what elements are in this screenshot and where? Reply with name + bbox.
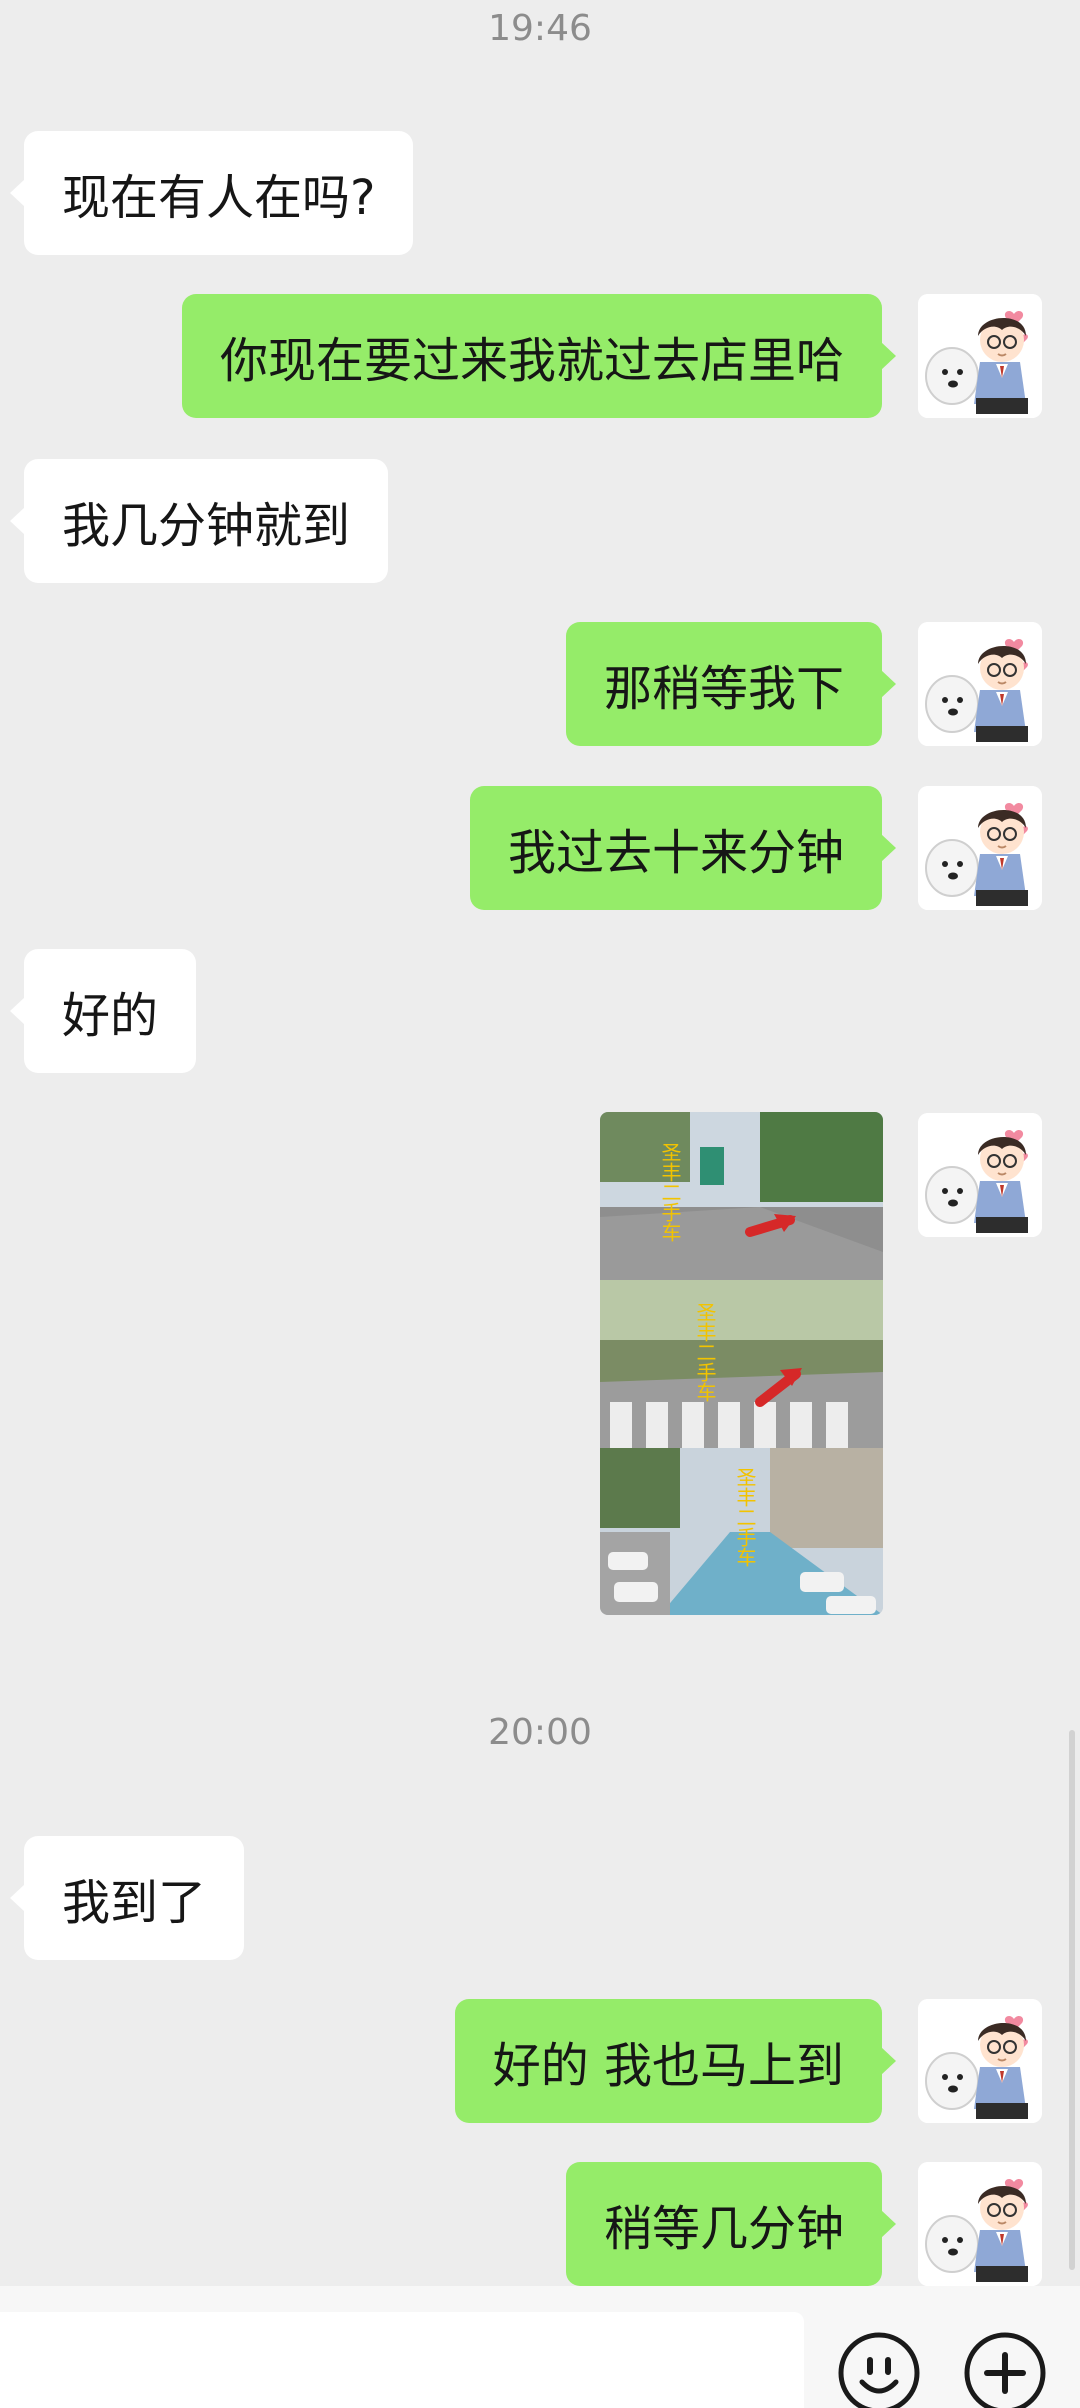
timestamp: 20:00 xyxy=(488,1712,592,1753)
svg-text:圣丰二手车: 圣丰二手车 xyxy=(693,1302,717,1402)
received-message[interactable]: 好的 xyxy=(9,949,197,1073)
received-message[interactable]: 我几分钟就到 xyxy=(9,459,389,583)
avatar-boy-dog-icon xyxy=(918,294,1042,418)
plus-icon[interactable] xyxy=(962,2330,1048,2408)
sent-message[interactable]: 你现在要过来我就过去店里哈 xyxy=(181,294,897,418)
received-message[interactable]: 我到了 xyxy=(9,1836,245,1960)
received-message[interactable]: 现在有人在吗? xyxy=(9,131,414,255)
scrollbar[interactable] xyxy=(1069,1730,1075,2270)
avatar-boy-dog-icon xyxy=(918,2162,1042,2286)
my-avatar[interactable] xyxy=(918,622,1042,746)
sent-message[interactable]: 那稍等我下 xyxy=(565,622,897,746)
chat-screen: 19:46 现在有人在吗? 你现在要过来我就过去店里哈 我几分钟就到 那稍等我下 xyxy=(0,0,1080,2408)
sent-message[interactable]: 稍等几分钟 xyxy=(565,2162,897,2286)
my-avatar[interactable] xyxy=(918,294,1042,418)
svg-text:圣丰二手车: 圣丰二手车 xyxy=(658,1142,682,1242)
my-avatar[interactable] xyxy=(918,786,1042,910)
input-bar xyxy=(0,2286,1080,2408)
avatar-boy-dog-icon xyxy=(918,1113,1042,1237)
avatar-boy-dog-icon xyxy=(918,1999,1042,2123)
timestamp: 19:46 xyxy=(488,8,592,49)
avatar-boy-dog-icon xyxy=(918,786,1042,910)
sent-message[interactable]: 好的 我也马上到 xyxy=(454,1999,897,2123)
avatar-boy-dog-icon xyxy=(918,622,1042,746)
my-avatar[interactable] xyxy=(918,1113,1042,1237)
svg-text:圣丰二手车: 圣丰二手车 xyxy=(733,1467,757,1567)
my-avatar[interactable] xyxy=(918,1999,1042,2123)
smiley-icon[interactable] xyxy=(836,2330,922,2408)
photo-route-arrows-icon: 圣丰二手车 圣丰二手车 圣丰二手车 xyxy=(600,1112,883,1615)
sent-image-message[interactable]: 圣丰二手车 圣丰二手车 圣丰二手车 xyxy=(600,1112,883,1615)
sent-message[interactable]: 我过去十来分钟 xyxy=(469,786,897,910)
message-input[interactable] xyxy=(0,2312,804,2408)
my-avatar[interactable] xyxy=(918,2162,1042,2286)
